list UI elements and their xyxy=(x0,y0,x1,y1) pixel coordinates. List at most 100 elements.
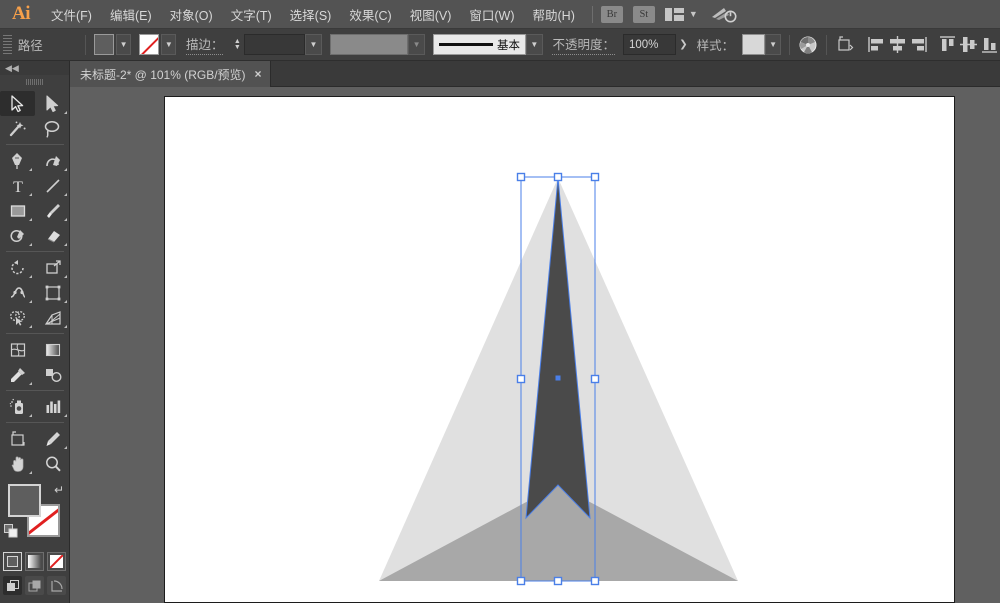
stroke-color-swatch-none[interactable] xyxy=(139,34,160,55)
stock-button[interactable]: St xyxy=(633,6,655,23)
color-mode-solid[interactable] xyxy=(3,552,22,571)
gradient-color-icon xyxy=(28,555,41,568)
color-mode-none[interactable] xyxy=(47,552,66,571)
default-fill-stroke-icon[interactable] xyxy=(4,524,19,539)
rectangle-tool[interactable] xyxy=(0,198,35,223)
align-right-icon[interactable] xyxy=(908,34,929,55)
bridge-button[interactable]: Br xyxy=(601,6,623,23)
canvas-area[interactable] xyxy=(70,87,1000,603)
double-chevron-left-icon: ◀◀ xyxy=(5,63,19,74)
close-icon[interactable]: × xyxy=(255,67,262,81)
draw-normal-mode[interactable] xyxy=(3,576,22,595)
draw-behind-mode[interactable] xyxy=(25,576,44,595)
shape-builder-tool[interactable] xyxy=(0,305,35,330)
paintbrush-tool[interactable] xyxy=(35,198,70,223)
align-vertical-center-icon[interactable] xyxy=(958,34,979,55)
blend-tool[interactable] xyxy=(35,362,70,387)
fill-color-swatch[interactable] xyxy=(94,34,115,55)
slice-tool[interactable] xyxy=(35,426,70,451)
style-label: 样式： xyxy=(697,35,735,54)
stroke-profile-chevron-icon[interactable]: ▼ xyxy=(408,34,425,55)
brush-dropdown-chevron-icon[interactable]: ▼ xyxy=(526,34,543,55)
tool-flyout-triangle-icon xyxy=(29,300,32,303)
type-tool[interactable]: T xyxy=(0,173,35,198)
tool-flyout-triangle-icon xyxy=(64,193,67,196)
stroke-weight-input[interactable] xyxy=(244,34,305,55)
tools-panel-collapse-button[interactable]: ◀◀ xyxy=(0,61,69,75)
eraser-tool[interactable] xyxy=(35,223,70,248)
menu-view[interactable]: 视图(V) xyxy=(401,0,461,29)
gradient-tool[interactable] xyxy=(35,337,70,362)
menu-select[interactable]: 选择(S) xyxy=(281,0,341,29)
align-top-icon[interactable] xyxy=(937,34,958,55)
align-horizontal-center-icon[interactable] xyxy=(887,34,908,55)
menu-type[interactable]: 文字(T) xyxy=(222,0,281,29)
menu-file[interactable]: 文件(F) xyxy=(42,0,101,29)
brush-stroke-preview xyxy=(439,43,493,46)
control-bar-grip[interactable] xyxy=(3,34,14,56)
align-bottom-icon[interactable] xyxy=(979,34,1000,55)
graphic-style-swatch[interactable] xyxy=(742,34,765,55)
perspective-grid-tool[interactable] xyxy=(35,305,70,330)
pen-tool[interactable] xyxy=(0,148,35,173)
stroke-weight-stepper[interactable]: ▲▼ xyxy=(231,34,243,55)
opacity-input[interactable]: 100% xyxy=(623,34,676,55)
creative-cloud-icon[interactable] xyxy=(710,4,738,24)
menu-effect[interactable]: 效果(C) xyxy=(340,0,400,29)
direct-selection-tool[interactable] xyxy=(35,91,70,116)
tool-flyout-triangle-icon xyxy=(64,243,67,246)
mesh-tool[interactable] xyxy=(0,337,35,362)
control-divider-2 xyxy=(789,35,790,55)
fill-dropdown-chevron-icon[interactable]: ▼ xyxy=(116,34,131,55)
symbol-sprayer-tool[interactable] xyxy=(0,394,35,419)
tool-flyout-triangle-icon xyxy=(29,193,32,196)
color-mode-gradient[interactable] xyxy=(25,552,44,571)
no-color-icon xyxy=(50,555,63,568)
tool-flyout-triangle-icon xyxy=(29,218,32,221)
zoom-tool[interactable] xyxy=(35,451,70,476)
draw-inside-mode[interactable] xyxy=(47,576,66,595)
tool-flyout-triangle-icon xyxy=(64,168,67,171)
menu-object[interactable]: 对象(O) xyxy=(161,0,222,29)
selection-tool[interactable] xyxy=(0,91,35,116)
tool-flyout-triangle-icon xyxy=(29,243,32,246)
artboard[interactable] xyxy=(164,96,955,603)
stroke-profile-dropdown[interactable] xyxy=(330,34,409,55)
workspace-switcher[interactable]: ▼ xyxy=(665,8,698,21)
app-logo: Ai xyxy=(0,0,42,29)
rotate-tool[interactable] xyxy=(0,255,35,280)
tools-panel: ◀◀ xyxy=(0,61,70,603)
shaper-tool[interactable] xyxy=(0,223,35,248)
swap-fill-stroke-icon[interactable]: ↵ xyxy=(54,483,64,497)
line-segment-tool[interactable] xyxy=(35,173,70,198)
transform-panel-icon[interactable] xyxy=(835,34,856,55)
align-left-icon[interactable] xyxy=(866,34,887,55)
scale-tool[interactable] xyxy=(35,255,70,280)
hand-tool[interactable] xyxy=(0,451,35,476)
eyedropper-tool[interactable] xyxy=(0,362,35,387)
menu-bar: Ai 文件(F) 编辑(E) 对象(O) 文字(T) 选择(S) 效果(C) 视… xyxy=(0,0,1000,29)
tools-panel-grip[interactable] xyxy=(0,75,69,89)
tool-flyout-triangle-icon xyxy=(64,300,67,303)
stroke-weight-dropdown-icon[interactable]: ▼ xyxy=(305,34,322,55)
curvature-tool[interactable] xyxy=(35,148,70,173)
menu-edit[interactable]: 编辑(E) xyxy=(101,0,161,29)
opacity-expand-icon[interactable]: ❯ xyxy=(676,34,691,55)
tool-flyout-triangle-icon xyxy=(64,414,67,417)
artboard-tool[interactable] xyxy=(0,426,35,451)
brush-definition-dropdown[interactable]: 基本 xyxy=(433,34,526,55)
style-dropdown-chevron-icon[interactable]: ▼ xyxy=(765,34,782,55)
stroke-dropdown-chevron-icon[interactable]: ▼ xyxy=(161,34,176,55)
document-tab-bar: 未标题-2* @ 101% (RGB/预览) × xyxy=(0,61,1000,87)
column-graph-tool[interactable] xyxy=(35,394,70,419)
free-transform-tool[interactable] xyxy=(35,280,70,305)
lasso-tool[interactable] xyxy=(35,116,70,141)
width-tool[interactable] xyxy=(0,280,35,305)
menu-help[interactable]: 帮助(H) xyxy=(524,0,584,29)
document-tab[interactable]: 未标题-2* @ 101% (RGB/预览) × xyxy=(70,61,271,87)
magic-wand-tool[interactable] xyxy=(0,116,35,141)
toolbar-fill-swatch[interactable] xyxy=(8,484,41,517)
recolor-artwork-icon[interactable] xyxy=(798,35,818,55)
tool-flyout-triangle-icon xyxy=(64,446,67,449)
menu-window[interactable]: 窗口(W) xyxy=(460,0,523,29)
